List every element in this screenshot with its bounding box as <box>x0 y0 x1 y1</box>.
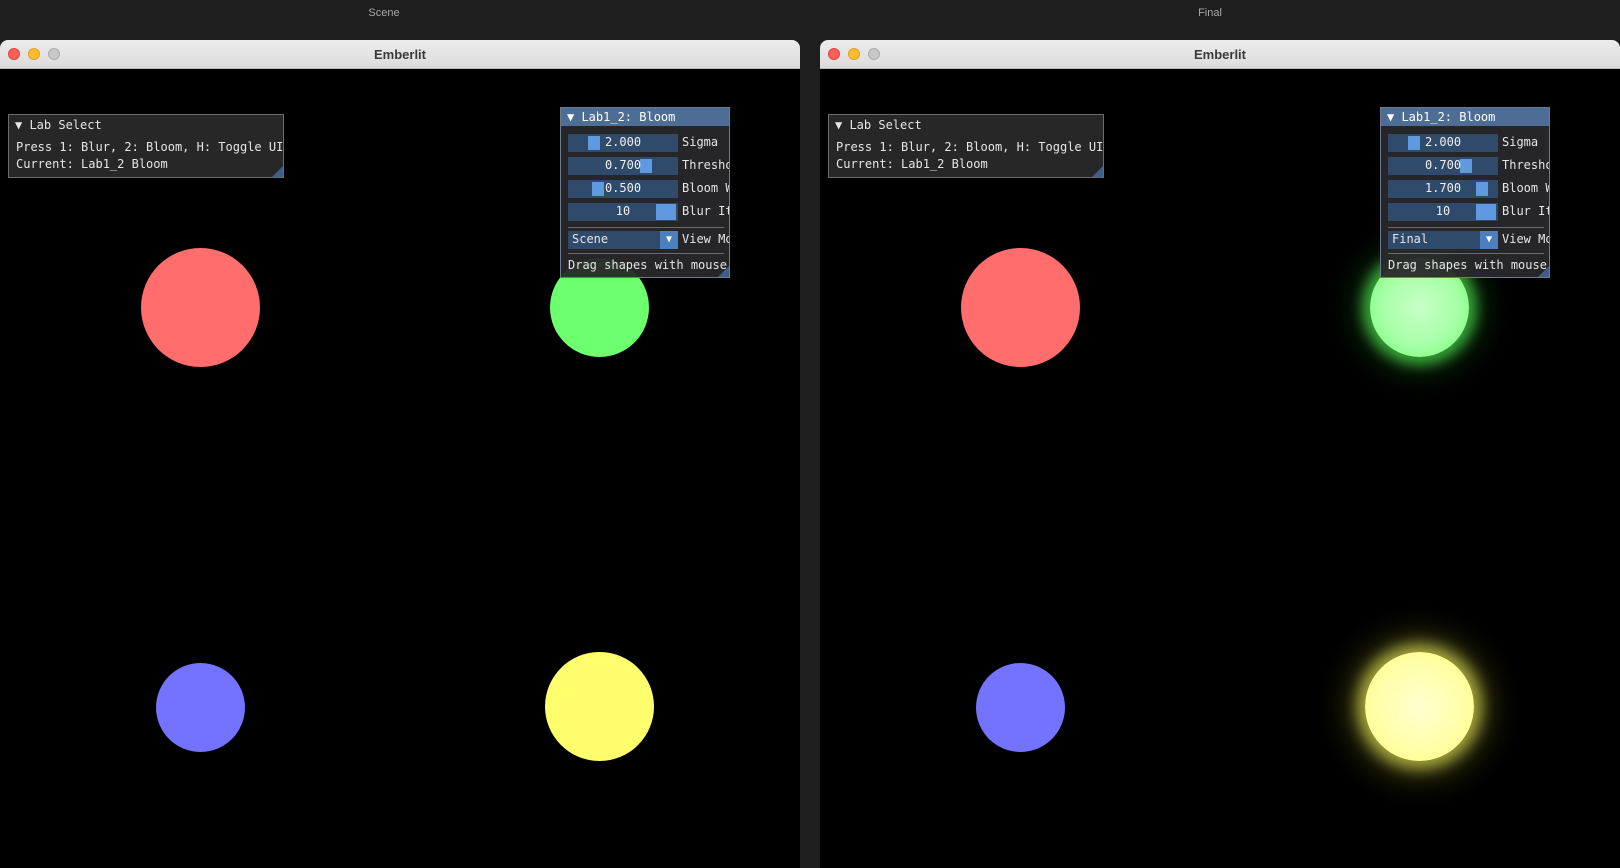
view-mode-label: View Mode <box>682 232 729 246</box>
view-mode-row: Scene ▼ View Mode <box>568 231 729 249</box>
lab-select-header[interactable]: ▼ Lab Select <box>835 117 922 133</box>
view-mode-value: Scene <box>572 232 609 246</box>
blue-circle-shape[interactable] <box>976 663 1065 752</box>
sigma-label: Sigma <box>1502 135 1539 149</box>
view-mode-dropdown[interactable]: Scene ▼ <box>568 231 678 249</box>
lab-select-current: Current: Lab1_2 Bloom <box>836 157 988 171</box>
blur-iterations-slider[interactable]: 10 <box>568 203 678 221</box>
red-circle-shape[interactable] <box>961 248 1080 367</box>
window-title: Emberlit <box>1193 47 1246 62</box>
chevron-down-icon[interactable]: ▼ <box>660 231 678 249</box>
bloom-weight-slider[interactable]: 0.500 <box>568 180 678 198</box>
threshold-value: 0.700 <box>604 158 642 172</box>
divider <box>568 227 724 228</box>
bloom-weight-row: 1.700 Bloom Weight <box>1388 180 1549 198</box>
window-final: Emberlit ▼ Lab Select Press 1: Blur, 2: … <box>820 40 1620 868</box>
title-bar[interactable]: Emberlit <box>0 40 800 69</box>
bloom-weight-label: Bloom Weight <box>682 181 729 195</box>
threshold-row: 0.700 Threshold <box>568 157 729 175</box>
render-canvas[interactable]: ▼ Lab Select Press 1: Blur, 2: Bloom, H:… <box>0 69 800 868</box>
divider <box>568 253 724 254</box>
lab-select-current: Current: Lab1_2 Bloom <box>16 157 168 171</box>
bloom-weight-label: Bloom Weight <box>1502 181 1549 195</box>
resize-grip[interactable] <box>1538 266 1549 277</box>
threshold-slider[interactable]: 0.700 <box>1388 157 1498 175</box>
divider <box>1388 253 1544 254</box>
blue-circle-shape[interactable] <box>156 663 245 752</box>
sigma-value: 2.000 <box>604 135 642 149</box>
lab-select-panel: ▼ Lab Select Press 1: Blur, 2: Bloom, H:… <box>8 114 284 178</box>
blur-iterations-value: 10 <box>1435 204 1451 218</box>
red-circle-shape[interactable] <box>141 248 260 367</box>
resize-grip[interactable] <box>718 266 729 277</box>
bloom-panel-header[interactable]: ▼ Lab1_2: Bloom <box>1381 108 1549 126</box>
resize-grip[interactable] <box>1092 166 1103 177</box>
sigma-slider[interactable]: 2.000 <box>1388 134 1498 152</box>
view-mode-dropdown[interactable]: Final ▼ <box>1388 231 1498 249</box>
lab-select-instructions: Press 1: Blur, 2: Bloom, H: Toggle UI <box>16 140 284 154</box>
threshold-label: Threshold <box>682 158 729 172</box>
bloom-weight-row: 0.500 Bloom Weight <box>568 180 729 198</box>
window-title: Emberlit <box>373 47 426 62</box>
bloom-weight-slider[interactable]: 1.700 <box>1388 180 1498 198</box>
sigma-label: Sigma <box>682 135 719 149</box>
sigma-row: 2.000 Sigma <box>568 134 729 152</box>
render-canvas[interactable]: ▼ Lab Select Press 1: Blur, 2: Bloom, H:… <box>820 69 1620 868</box>
threshold-slider[interactable]: 0.700 <box>568 157 678 175</box>
bloom-panel: ▼ Lab1_2: Bloom 2.000 Sigma 0.700 Thresh… <box>560 107 730 278</box>
caption-scene: Scene <box>368 7 400 19</box>
blur-iterations-row: 10 Blur Iterations <box>568 203 729 221</box>
bloom-weight-value: 1.700 <box>1424 181 1462 195</box>
bloom-panel: ▼ Lab1_2: Bloom 2.000 Sigma 0.700 Thresh… <box>1380 107 1550 278</box>
lab-select-header[interactable]: ▼ Lab Select <box>15 117 102 133</box>
lab-select-panel: ▼ Lab Select Press 1: Blur, 2: Bloom, H:… <box>828 114 1104 178</box>
sigma-slider[interactable]: 2.000 <box>568 134 678 152</box>
chevron-down-icon[interactable]: ▼ <box>1480 231 1498 249</box>
threshold-label: Threshold <box>1502 158 1549 172</box>
bloom-weight-value: 0.500 <box>604 181 642 195</box>
threshold-value: 0.700 <box>1424 158 1462 172</box>
drag-hint: Drag shapes with mouse <box>568 258 727 272</box>
view-mode-value: Final <box>1392 232 1429 246</box>
yellow-circle-shape[interactable] <box>1365 652 1474 761</box>
sigma-row: 2.000 Sigma <box>1388 134 1549 152</box>
title-bar[interactable]: Emberlit <box>820 40 1620 69</box>
yellow-circle-shape[interactable] <box>545 652 654 761</box>
view-mode-label: View Mode <box>1502 232 1549 246</box>
blur-iterations-row: 10 Blur Iterations <box>1388 203 1549 221</box>
sigma-value: 2.000 <box>1424 135 1462 149</box>
drag-hint: Drag shapes with mouse <box>1388 258 1547 272</box>
blur-iterations-label: Blur Iterations <box>1502 204 1549 218</box>
lab-select-instructions: Press 1: Blur, 2: Bloom, H: Toggle UI <box>836 140 1104 154</box>
threshold-row: 0.700 Threshold <box>1388 157 1549 175</box>
blur-iterations-label: Blur Iterations <box>682 204 729 218</box>
view-mode-row: Final ▼ View Mode <box>1388 231 1549 249</box>
blur-iterations-slider[interactable]: 10 <box>1388 203 1498 221</box>
resize-grip[interactable] <box>272 166 283 177</box>
divider <box>1388 227 1544 228</box>
window-scene: Emberlit ▼ Lab Select Press 1: Blur, 2: … <box>0 40 800 868</box>
caption-final: Final <box>1198 7 1222 19</box>
bloom-panel-header[interactable]: ▼ Lab1_2: Bloom <box>561 108 729 126</box>
blur-iterations-value: 10 <box>615 204 631 218</box>
